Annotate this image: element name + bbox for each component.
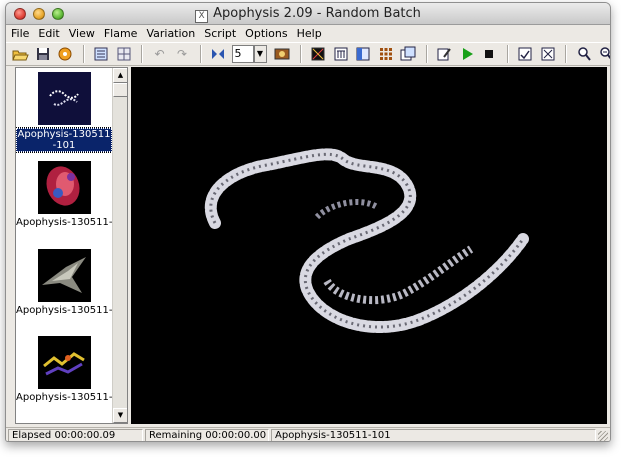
random-batch-icon[interactable] — [56, 45, 74, 63]
menu-flame[interactable]: Flame — [99, 25, 142, 40]
status-bar: Elapsed 00:00:00.09 Remaining 00:00:00.0… — [6, 427, 610, 441]
list-view-icon[interactable] — [92, 45, 110, 63]
toolbar-separator — [82, 45, 85, 63]
transform-icon[interactable] — [332, 45, 350, 63]
menu-script[interactable]: Script — [199, 25, 240, 40]
menu-file[interactable]: File — [6, 25, 33, 40]
fractal-preview[interactable] — [131, 67, 607, 424]
editor-icon[interactable] — [309, 45, 327, 63]
save-icon[interactable] — [34, 45, 52, 63]
edit-script-icon[interactable] — [435, 45, 453, 63]
render-all-icon[interactable] — [399, 45, 417, 63]
status-flame-name: Apophysis-130511-101 — [271, 429, 596, 441]
thumbnail-image[interactable] — [37, 72, 91, 125]
toolbar: ↶ ↷ 5▼ ✋ ↻ — [6, 42, 610, 66]
toolbar-separator — [506, 45, 509, 63]
redo-icon[interactable]: ↷ — [173, 45, 191, 63]
menu-bar: File Edit View Flame Variation Script Options H… — [6, 25, 610, 42]
thumbnail-scrollbar[interactable]: ▲ ▼ — [112, 68, 127, 423]
menu-variation[interactable]: Variation — [141, 25, 199, 40]
scroll-up-button[interactable]: ▲ — [113, 68, 127, 83]
thumbnail-label[interactable]: Apophysis-130511-... — [16, 392, 112, 403]
thumbnail-image[interactable] — [37, 336, 91, 389]
grid-icon[interactable] — [377, 45, 395, 63]
toolbar-separator — [199, 45, 202, 63]
thumbnail-item[interactable]: Apophysis-130511-... — [16, 249, 112, 316]
app-icon: X — [195, 10, 209, 23]
zoom-out-icon[interactable] — [597, 45, 610, 63]
title-bar[interactable]: X Apophysis 2.09 - Random Batch — [6, 3, 610, 25]
status-remaining: Remaining 00:00:00.00 — [145, 429, 269, 441]
toolbar-separator — [565, 45, 567, 63]
run-script-icon[interactable] — [458, 45, 476, 63]
scroll-down-button[interactable]: ▼ — [113, 408, 127, 423]
toolbar-separator — [299, 45, 302, 63]
fractal-image — [204, 148, 529, 333]
window-title-wrap: X Apophysis 2.09 - Random Batch — [6, 6, 610, 23]
fullscreen-icon[interactable] — [539, 45, 557, 63]
menu-help[interactable]: Help — [292, 25, 326, 40]
menu-edit[interactable]: Edit — [33, 25, 63, 40]
icon-view-icon[interactable] — [115, 45, 133, 63]
thumbnail-item[interactable]: Apophysis-130511-101 — [16, 72, 113, 153]
thumbnail-label[interactable]: Apophysis-130511-... — [16, 217, 112, 228]
toolbar-separator — [141, 45, 143, 63]
batch-count-input[interactable]: 5 — [231, 45, 254, 63]
triangle-icon[interactable] — [354, 45, 372, 63]
open-icon[interactable] — [11, 45, 29, 63]
stop-script-icon[interactable] — [480, 45, 498, 63]
menu-options[interactable]: Options — [240, 25, 291, 40]
batch-count-dropdown[interactable]: ▼ — [253, 45, 267, 63]
zoom-in-icon[interactable] — [575, 45, 593, 63]
thumbnail-item[interactable]: Apophysis-130511-... — [16, 161, 112, 228]
gradient-icon[interactable] — [273, 45, 291, 63]
app-window: X Apophysis 2.09 - Random Batch File Edit V… — [5, 2, 611, 442]
thumbnail-image[interactable] — [37, 249, 91, 302]
scroll-thumb[interactable] — [113, 83, 127, 97]
options-icon[interactable] — [516, 45, 534, 63]
thumbnail-image[interactable] — [37, 161, 91, 214]
status-elapsed: Elapsed 00:00:00.09 — [8, 429, 143, 441]
toolbar-separator — [425, 45, 428, 63]
window-title: Apophysis 2.09 - Random Batch — [213, 6, 421, 21]
thumbnail-label[interactable]: Apophysis-130511-... — [16, 305, 112, 316]
thumbnail-list[interactable]: Apophysis-130511-101 Apophysis-130511-..… — [15, 67, 128, 424]
undo-icon[interactable]: ↶ — [151, 45, 169, 63]
thumbnail-item[interactable]: Apophysis-130511-... — [16, 336, 112, 403]
thumbnail-label[interactable]: Apophysis-130511-101 — [16, 127, 113, 153]
menu-view[interactable]: View — [64, 25, 99, 40]
resize-grip[interactable] — [598, 431, 608, 441]
mutate-icon[interactable] — [209, 45, 227, 63]
